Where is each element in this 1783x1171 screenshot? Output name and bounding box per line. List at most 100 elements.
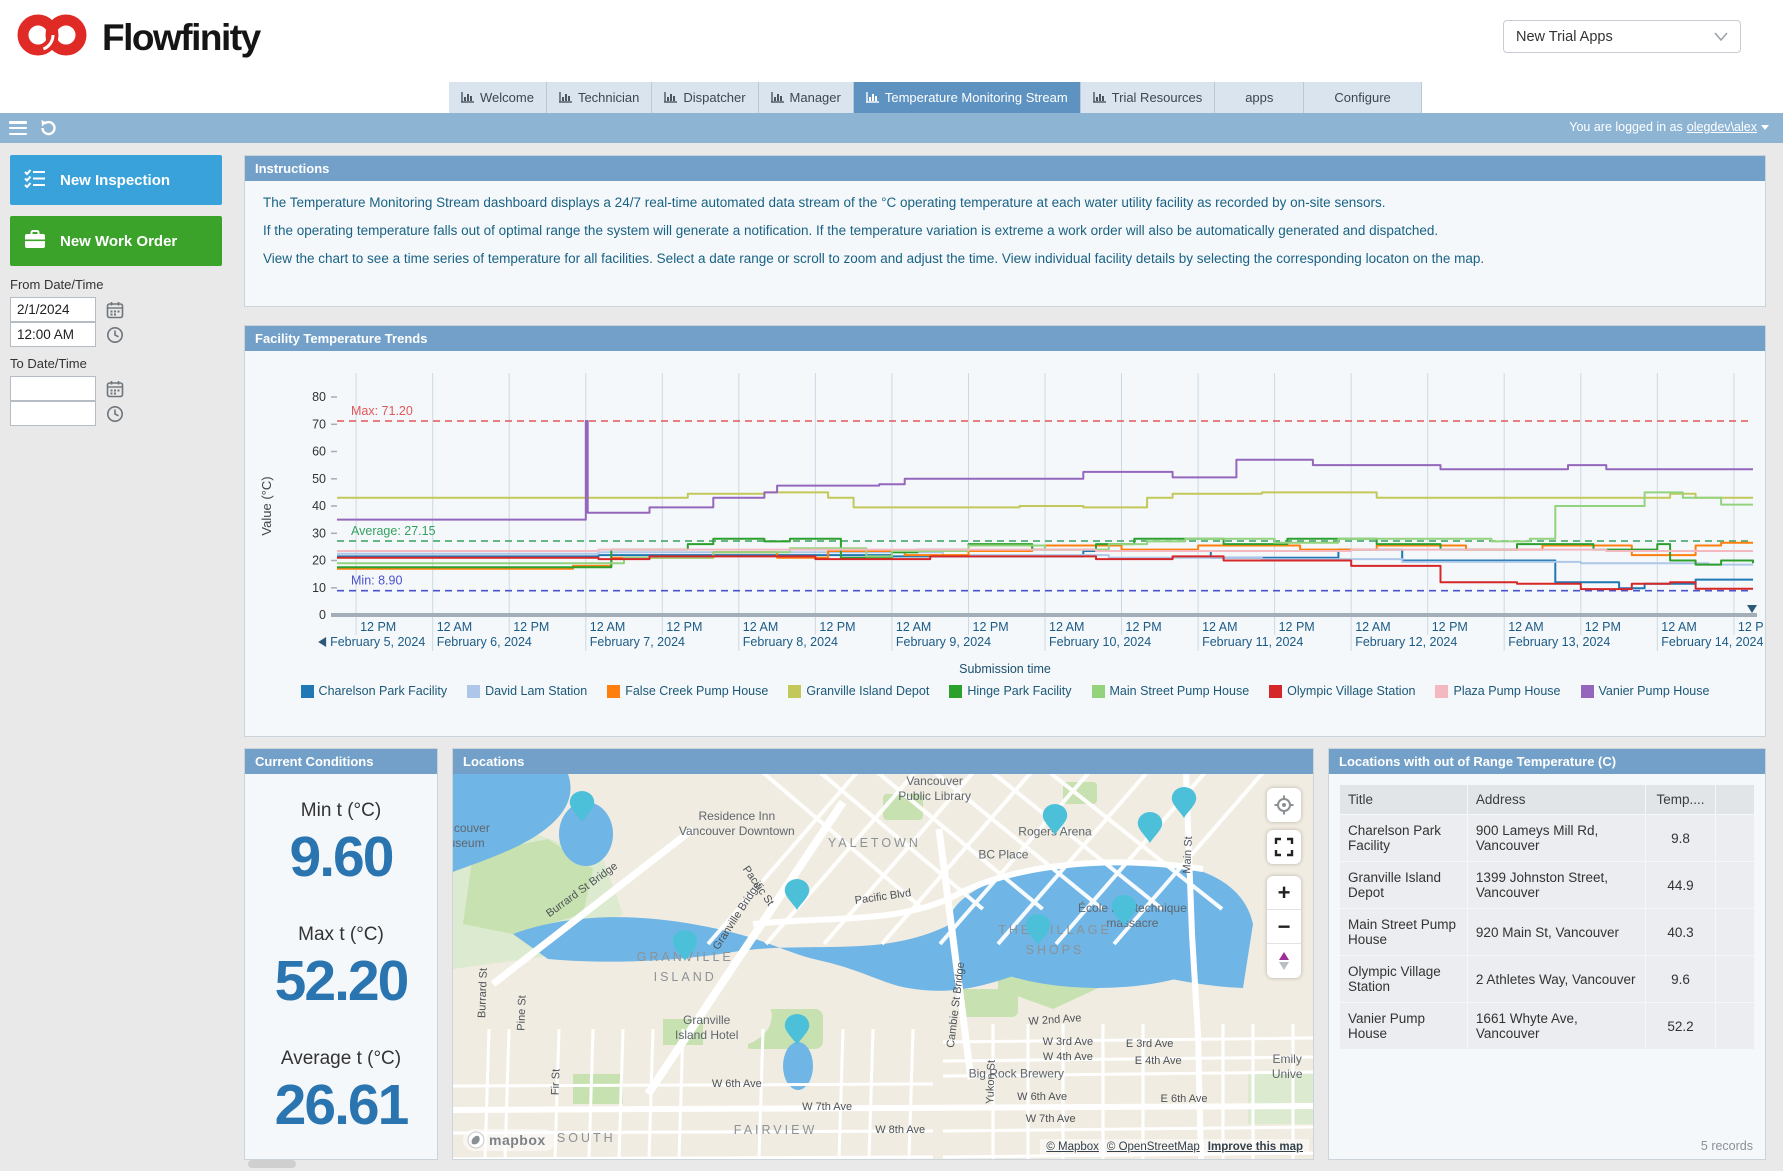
svg-text:12 PM: 12 PM: [666, 620, 702, 634]
svg-text:30: 30: [312, 526, 326, 540]
tab-welcome[interactable]: Welcome: [449, 82, 547, 113]
facility-pin[interactable]: [785, 1014, 810, 1051]
legend-label: Main Street Pump House: [1110, 684, 1250, 698]
legend-item-false-creek-pump-house[interactable]: False Creek Pump House: [607, 684, 768, 698]
attribution-link[interactable]: Improve this map: [1208, 1141, 1303, 1153]
legend-item-granville-island-depot[interactable]: Granville Island Depot: [788, 684, 929, 698]
geolocate-button[interactable]: [1267, 788, 1301, 822]
from-time-input[interactable]: [10, 322, 96, 347]
legend-swatch: [301, 685, 314, 698]
legend-swatch: [607, 685, 620, 698]
legend-item-plaza-pump-house[interactable]: Plaza Pump House: [1435, 684, 1560, 698]
facility-pin[interactable]: [1111, 895, 1136, 932]
tab-apps[interactable]: apps: [1215, 82, 1304, 113]
table-row[interactable]: Granville Island Depot1399 Johnston Stre…: [1340, 862, 1754, 908]
mapbox-logo-text: mapbox: [489, 1132, 546, 1148]
tab-manager[interactable]: Manager: [759, 82, 854, 113]
legend-label: Hinge Park Facility: [967, 684, 1071, 698]
svg-text:20: 20: [312, 554, 326, 568]
attribution-link[interactable]: © OpenStreetMap: [1107, 1141, 1200, 1153]
legend-swatch: [788, 685, 801, 698]
row-address: 920 Main St, Vancouver: [1468, 909, 1645, 955]
column-header-empty: [1716, 785, 1754, 814]
facility-pin[interactable]: [785, 879, 810, 916]
calendar-icon[interactable]: [106, 380, 124, 398]
to-time-input[interactable]: [10, 401, 96, 426]
svg-text:12 PM: 12 PM: [513, 620, 549, 634]
row-address: 1661 Whyte Ave, Vancouver: [1468, 1003, 1645, 1049]
attribution-link[interactable]: © Mapbox: [1046, 1141, 1099, 1153]
svg-text:12 PM: 12 PM: [1585, 620, 1621, 634]
tab-configure[interactable]: Configure: [1304, 82, 1421, 113]
map-label: YALETOWN: [828, 833, 921, 853]
button-label: New Inspection: [60, 172, 170, 189]
legend-item-main-street-pump-house[interactable]: Main Street Pump House: [1092, 684, 1250, 698]
svg-text:12 PM: 12 PM: [819, 620, 855, 634]
svg-text:12 AM: 12 AM: [1355, 620, 1390, 634]
refresh-icon[interactable]: [38, 118, 58, 143]
table-row[interactable]: Vanier Pump House1661 Whyte Ave, Vancouv…: [1340, 1003, 1754, 1049]
zoom-out-button[interactable]: −: [1267, 910, 1301, 944]
mapbox-logo[interactable]: mapbox: [463, 1129, 556, 1151]
sidebar-buttons: New Inspection New Work Order: [10, 155, 222, 266]
user-menu-caret-icon[interactable]: [1761, 125, 1769, 130]
zoom-in-button[interactable]: +: [1267, 876, 1301, 910]
legend-label: Olympic Village Station: [1287, 684, 1415, 698]
app-selector-dropdown[interactable]: New Trial Apps: [1503, 20, 1741, 53]
legend-item-olympic-village-station[interactable]: Olympic Village Station: [1269, 684, 1415, 698]
facility-pin[interactable]: [1025, 914, 1050, 951]
new-work-order-button[interactable]: New Work Order: [10, 216, 222, 266]
map-label: THE VILLAGE SHOPS: [998, 920, 1112, 960]
locations-panel-header: Locations: [453, 749, 1313, 774]
legend-item-david-lam-station[interactable]: David Lam Station: [467, 684, 587, 698]
facility-pin[interactable]: [673, 930, 698, 967]
table-row[interactable]: Main Street Pump House920 Main St, Vanco…: [1340, 909, 1754, 955]
svg-text:12 AM: 12 AM: [1508, 620, 1543, 634]
calendar-icon[interactable]: [106, 301, 124, 319]
legend-item-charelson-park-facility[interactable]: Charelson Park Facility: [301, 684, 448, 698]
svg-text:12 PM: 12 PM: [973, 620, 1009, 634]
table-row[interactable]: Olympic Village Station2 Athletes Way, V…: [1340, 956, 1754, 1002]
row-temp: 9.6: [1646, 956, 1715, 1002]
tab-bar: WelcomeTechnicianDispatcherManagerTemper…: [449, 82, 1422, 113]
tab-trial-resources[interactable]: Trial Resources: [1081, 82, 1216, 113]
from-date-input[interactable]: [10, 297, 96, 322]
menu-icon[interactable]: [9, 121, 27, 135]
tab-dispatcher[interactable]: Dispatcher: [652, 82, 758, 113]
new-inspection-button[interactable]: New Inspection: [10, 155, 222, 205]
compass-button[interactable]: [1267, 944, 1301, 978]
map-label: W 6th Ave: [712, 1078, 762, 1090]
legend-item-vanier-pump-house[interactable]: Vanier Pump House: [1581, 684, 1710, 698]
tab-temperature-monitoring-stream[interactable]: Temperature Monitoring Stream: [854, 82, 1081, 113]
temperature-chart[interactable]: 01020304050607080Value (°C)Max: 71.20Ave…: [247, 355, 1763, 662]
row-spacer: [1716, 909, 1754, 955]
column-header[interactable]: Address: [1468, 785, 1645, 814]
svg-text:12 AM: 12 AM: [1049, 620, 1084, 634]
tab-technician[interactable]: Technician: [547, 82, 652, 113]
column-header[interactable]: Temp....: [1646, 785, 1715, 814]
column-header[interactable]: Title: [1340, 785, 1467, 814]
facility-pin[interactable]: [1137, 812, 1162, 849]
username-link[interactable]: olegdev\alex: [1687, 120, 1757, 134]
to-date-input[interactable]: [10, 376, 96, 401]
map-label: Burrard St Bridge: [544, 860, 620, 920]
facility-pin[interactable]: [1172, 787, 1197, 824]
clock-icon[interactable]: [106, 326, 124, 344]
horizontal-scrollbar-thumb[interactable]: [248, 1160, 296, 1168]
fullscreen-button[interactable]: [1267, 830, 1301, 864]
clock-icon[interactable]: [106, 405, 124, 423]
row-temp: 40.3: [1646, 909, 1715, 955]
table-row[interactable]: Charelson Park Facility900 Lameys Mill R…: [1340, 815, 1754, 861]
map-label: E 3rd Ave: [1126, 1038, 1174, 1050]
map-canvas[interactable]: Vancouver Public LibraryRogers ArenaBC P…: [453, 774, 1313, 1159]
facility-pin[interactable]: [1043, 804, 1068, 841]
map-label: Yukon St: [984, 1060, 998, 1104]
checklist-icon: [24, 169, 46, 192]
map-label: Residence Inn Vancouver Downtown: [679, 809, 795, 839]
map-label: W 2nd Ave: [1028, 1013, 1082, 1029]
facility-pin[interactable]: [570, 791, 595, 828]
login-status: You are logged in as olegdev\alex: [1569, 120, 1769, 134]
flowfinity-logo: Flowfinity: [14, 10, 260, 65]
svg-text:0: 0: [319, 608, 326, 622]
legend-item-hinge-park-facility[interactable]: Hinge Park Facility: [949, 684, 1071, 698]
